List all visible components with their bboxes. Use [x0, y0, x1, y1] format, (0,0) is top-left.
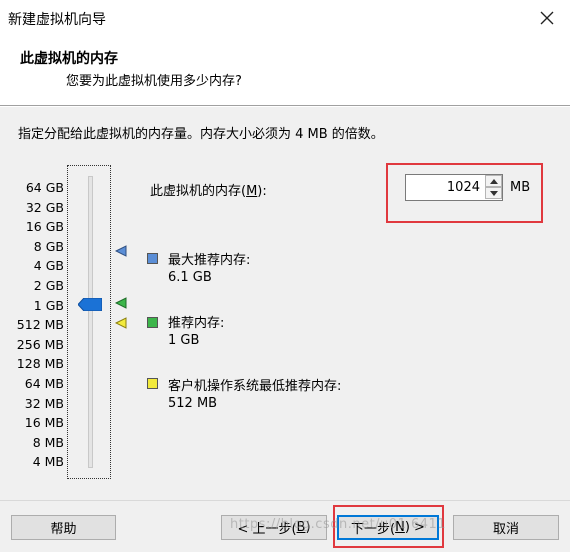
slider-tick-label: 64 GB	[25, 180, 64, 195]
close-icon	[540, 11, 554, 25]
wizard-header: 此虚拟机的内存 您要为此虚拟机使用多少内存?	[0, 36, 570, 106]
main-panel: 指定分配给此虚拟机的内存量。内存大小必须为 4 MB 的倍数。 64 GB 32 …	[0, 107, 570, 500]
slider-track	[88, 176, 93, 468]
slider-tick-label: 4 MB	[32, 454, 64, 470]
slider-tick-label: 512 MB	[16, 317, 64, 333]
memory-spinbox[interactable]: 1024	[405, 174, 503, 201]
max-recommended-value: 6.1 GB	[168, 270, 212, 285]
recommended-label: 推荐内存:	[168, 316, 225, 331]
close-button[interactable]	[524, 0, 570, 36]
max-recommended-legend-icon	[147, 253, 158, 264]
memory-label: 此虚拟机的内存(M):	[150, 184, 267, 199]
spin-up-button[interactable]	[485, 175, 502, 187]
chevron-down-icon	[489, 190, 498, 196]
slider-tick-label: 32 GB	[25, 199, 64, 215]
max-recommended-marker-icon	[115, 245, 127, 257]
slider-tick-label: 2 GB	[33, 278, 64, 293]
memory-slider[interactable]	[67, 165, 111, 479]
min-recommended-label: 客户机操作系统最低推荐内存:	[168, 379, 342, 394]
page-subtitle: 您要为此虚拟机使用多少内存?	[66, 74, 242, 89]
page-title: 此虚拟机的内存	[20, 51, 118, 67]
slider-tick-label: 4 GB	[33, 258, 64, 274]
window-title: 新建虚拟机向导	[8, 12, 106, 28]
cancel-button[interactable]: 取消	[453, 515, 559, 540]
title-bar: 新建虚拟机向导	[0, 0, 570, 36]
chevron-up-icon	[489, 178, 498, 184]
memory-unit: MB	[510, 180, 531, 195]
recommended-legend-icon	[147, 317, 158, 328]
recommended-marker-icon	[115, 297, 127, 309]
slider-tick-label: 128 MB	[16, 356, 64, 372]
slider-tick-label: 32 MB	[24, 395, 64, 411]
next-highlight-box	[333, 505, 444, 548]
min-recommended-marker-icon	[115, 317, 127, 329]
min-recommended-value: 512 MB	[168, 396, 218, 411]
min-recommended-legend-icon	[147, 378, 158, 389]
slider-tick-label: 64 MB	[24, 376, 64, 391]
max-recommended-label: 最大推荐内存:	[168, 253, 251, 268]
spin-down-button[interactable]	[485, 187, 502, 199]
help-button[interactable]: 帮助	[11, 515, 116, 540]
slider-tick-label: 8 MB	[32, 434, 64, 450]
slider-tick-label: 16 MB	[24, 415, 64, 431]
slider-tick-label: 256 MB	[16, 336, 64, 352]
slider-tick-label: 8 GB	[33, 238, 64, 254]
slider-thumb[interactable]	[78, 298, 102, 311]
slider-tick-label: 16 GB	[25, 219, 64, 235]
instruction-text: 指定分配给此虚拟机的内存量。内存大小必须为 4 MB 的倍数。	[18, 127, 384, 142]
memory-input[interactable]: 1024	[406, 175, 484, 200]
recommended-value: 1 GB	[168, 333, 200, 348]
slider-tick-label: 1 GB	[33, 297, 64, 313]
back-button[interactable]: < 上一步(B)	[221, 515, 327, 540]
